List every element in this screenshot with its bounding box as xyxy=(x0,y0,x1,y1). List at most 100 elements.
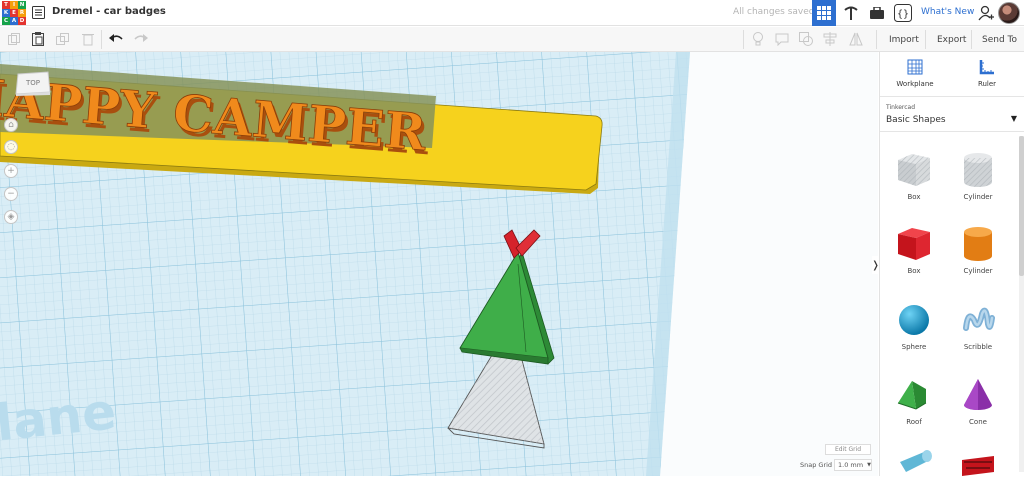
undo-icon xyxy=(109,34,123,42)
logo-letter: I xyxy=(10,1,18,9)
add-user-icon xyxy=(978,5,994,21)
sphere-icon xyxy=(899,305,929,335)
redo-button[interactable] xyxy=(133,31,149,47)
tinkercad-logo[interactable]: T I N K E R C A D xyxy=(2,1,26,25)
logo-letter: E xyxy=(10,9,18,17)
3d-workplane-canvas[interactable]: lane HAPPY CAMPER HAPPY CAMPER TOP ⌂ ◌ +… xyxy=(0,52,878,476)
box-icon xyxy=(898,228,930,260)
toolbar-divider xyxy=(743,30,744,49)
text-shape-icon xyxy=(962,456,994,476)
snap-grid-label: Snap Grid xyxy=(800,461,833,469)
shape-label: Box xyxy=(907,267,921,275)
redo-icon xyxy=(134,34,148,42)
shape-label: Cylinder xyxy=(963,267,993,275)
shape-box-hole[interactable]: Box xyxy=(884,148,944,201)
logo-letter: A xyxy=(10,17,18,25)
cylinder-icon xyxy=(964,227,992,261)
cone-icon xyxy=(964,379,992,410)
zoom-in-button[interactable]: + xyxy=(4,164,18,178)
chevron-down-icon: ▼ xyxy=(1010,114,1017,123)
shape-label: Roof xyxy=(906,418,922,426)
shape-cone[interactable]: Cone xyxy=(948,373,1008,426)
duplicate-button[interactable] xyxy=(55,31,71,47)
home-view-button[interactable]: ⌂ xyxy=(4,118,18,132)
perspective-button[interactable]: ◈ xyxy=(4,210,18,224)
collapse-panel-button[interactable]: ❭ xyxy=(871,256,880,274)
logo-letter: T xyxy=(2,1,10,9)
svg-text:{}: {} xyxy=(897,9,909,20)
shape-label: Cone xyxy=(969,418,987,426)
shape-scribble[interactable]: Scribble xyxy=(948,298,1008,351)
scrollbar-thumb[interactable] xyxy=(1019,136,1024,276)
codeblocks-button[interactable]: {} xyxy=(892,0,914,26)
save-status: All changes saved xyxy=(733,7,815,17)
import-button[interactable]: Import xyxy=(889,32,919,47)
delete-button[interactable] xyxy=(80,31,96,47)
shapes-scrollbar[interactable] xyxy=(1019,136,1024,472)
toolbox-icon xyxy=(870,7,884,19)
ruler-label: Ruler xyxy=(977,80,997,88)
toolbar-divider xyxy=(876,30,877,49)
ruler-toggle-button[interactable] xyxy=(798,31,814,47)
category-value: Basic Shapes xyxy=(886,115,946,125)
shape-roof[interactable]: Roof xyxy=(884,373,944,426)
snap-grid-select[interactable]: 1.0 mm ▼ xyxy=(834,459,872,471)
view-cube-label: TOP xyxy=(26,79,41,87)
send-to-button[interactable]: Send To xyxy=(982,32,1017,47)
mirror-button[interactable] xyxy=(848,31,864,47)
tube-icon xyxy=(900,450,932,472)
shape-sphere[interactable]: Sphere xyxy=(884,298,944,351)
note-button[interactable] xyxy=(774,31,790,47)
copy-button[interactable] xyxy=(6,31,22,47)
align-button[interactable] xyxy=(822,31,838,47)
whats-new-link[interactable]: What's New xyxy=(921,7,974,17)
logo-letter: K xyxy=(2,9,10,17)
shape-text-partial[interactable] xyxy=(948,448,1008,478)
shape-label: Box xyxy=(907,193,921,201)
shape-category-select[interactable]: Tinkercad Basic Shapes ▼ xyxy=(880,96,1024,132)
undo-button[interactable] xyxy=(108,31,124,47)
shape-cylinder-hole[interactable]: Cylinder xyxy=(948,148,1008,201)
bricks-view-button[interactable] xyxy=(866,0,888,26)
shapes-grid: Box Cylinder Box Cylinder Sphere Scribbl… xyxy=(880,136,1018,476)
toolbar-divider xyxy=(101,30,102,49)
workplane-tool[interactable]: Workplane xyxy=(885,58,945,88)
logo-letter: C xyxy=(2,17,10,25)
design-list-icon[interactable] xyxy=(32,6,45,19)
grid-view-icon xyxy=(817,6,831,20)
logo-letter: D xyxy=(18,17,26,25)
3d-view-button[interactable] xyxy=(812,0,836,26)
copy-icon xyxy=(8,33,20,45)
duplicate-icon xyxy=(56,33,69,45)
fit-view-button[interactable]: ◌ xyxy=(4,140,18,154)
edit-toolbar: Import Export Send To xyxy=(0,27,1024,52)
ruler-tool[interactable]: Ruler xyxy=(957,58,1017,88)
logo-letter: N xyxy=(18,1,26,9)
toolbar-divider xyxy=(925,30,926,49)
shape-tube-partial[interactable] xyxy=(884,448,944,478)
user-avatar[interactable] xyxy=(998,2,1020,24)
fit-icon: ◌ xyxy=(7,141,15,152)
workplane-icon xyxy=(907,59,923,75)
cylinder-hole-icon xyxy=(964,153,992,187)
export-button[interactable]: Export xyxy=(937,32,966,47)
mirror-icon xyxy=(849,32,863,46)
shapes-panel: Workplane Ruler Tinkercad Basic Shapes ▼… xyxy=(879,52,1024,476)
home-icon: ⌂ xyxy=(8,119,14,130)
add-user-button[interactable] xyxy=(976,0,996,26)
zoom-out-button[interactable]: − xyxy=(4,187,18,201)
align-icon xyxy=(823,32,837,46)
design-title[interactable]: Dremel - car badges xyxy=(52,6,166,17)
notes-tool-button[interactable] xyxy=(750,31,766,47)
toolbar-divider xyxy=(971,30,972,49)
paste-button[interactable] xyxy=(30,31,46,47)
shape-cylinder[interactable]: Cylinder xyxy=(948,222,1008,275)
blocks-view-button[interactable] xyxy=(840,0,862,26)
trash-icon xyxy=(82,34,94,46)
speech-bubble-icon xyxy=(775,33,789,46)
paste-icon xyxy=(32,32,44,46)
shape-box[interactable]: Box xyxy=(884,222,944,275)
shape-label: Cylinder xyxy=(963,193,993,201)
cube-icon: ◈ xyxy=(7,211,15,222)
edit-grid-button[interactable]: Edit Grid xyxy=(825,444,871,455)
